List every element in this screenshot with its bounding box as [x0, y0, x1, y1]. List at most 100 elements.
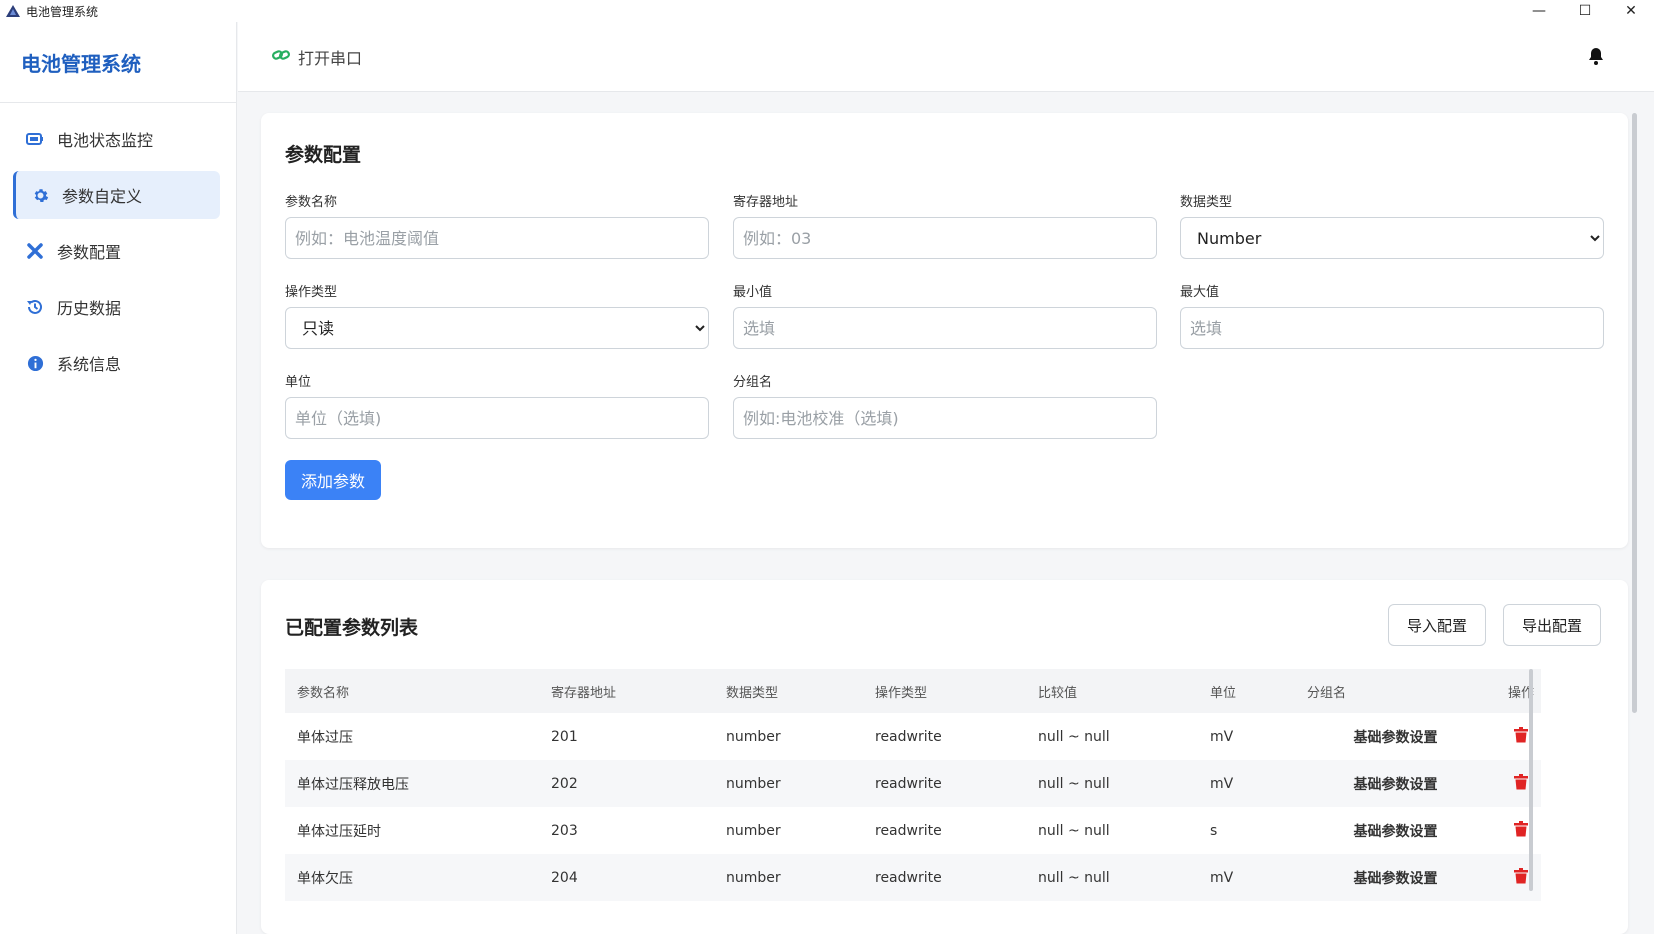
minimize-button[interactable]: —: [1516, 0, 1562, 22]
group-name-input[interactable]: [733, 397, 1157, 439]
cell-unit: mV: [1210, 775, 1234, 792]
min-value-input[interactable]: [733, 307, 1157, 349]
cell-address: 204: [551, 869, 578, 886]
cell-op-type: readwrite: [875, 728, 942, 745]
sidebar-item-label: 参数自定义: [62, 187, 143, 206]
table-header-row: 参数名称 寄存器地址 数据类型 操作类型 比较值 单位 分组名 操作: [285, 669, 1541, 713]
sidebar-item-battery-monitor[interactable]: 电池状态监控: [13, 115, 220, 163]
group-name-field: 分组名: [733, 371, 1157, 439]
import-config-button[interactable]: 导入配置: [1388, 604, 1486, 646]
cell-op-type: readwrite: [875, 869, 942, 886]
cell-data-type: number: [726, 869, 781, 886]
gear-icon: [30, 185, 50, 205]
param-config-card: 参数配置 参数名称 寄存器地址 数据类型 Number 操作类型 只读 最小值 …: [261, 113, 1628, 548]
window-title: 电池管理系统: [26, 4, 99, 19]
cell-group: 基础参数设置: [1353, 870, 1438, 887]
max-value-label: 最大值: [1180, 285, 1220, 300]
data-type-field: 数据类型 Number: [1180, 191, 1604, 259]
add-param-button[interactable]: 添加参数: [285, 460, 381, 500]
battery-icon: [25, 129, 45, 149]
cell-data-type: number: [726, 728, 781, 745]
register-address-field: 寄存器地址: [733, 191, 1157, 259]
op-type-select[interactable]: 只读: [285, 307, 709, 349]
info-icon: [25, 353, 45, 373]
cell-op-type: readwrite: [875, 775, 942, 792]
cell-op-type: readwrite: [875, 822, 942, 839]
delete-icon[interactable]: [1514, 820, 1528, 837]
sidebar-item-label: 参数配置: [57, 243, 122, 262]
param-config-title: 参数配置: [285, 144, 362, 166]
history-icon: [25, 297, 45, 317]
param-list-title: 已配置参数列表: [285, 617, 419, 639]
min-value-label: 最小值: [733, 285, 773, 300]
window-controls: — ☐ ✕: [1516, 0, 1654, 22]
param-name-label: 参数名称: [285, 195, 338, 210]
cell-param-name: 单体过压释放电压: [297, 776, 409, 793]
table-row: 单体过压延时 203 number readwrite null ~ null …: [285, 807, 1541, 854]
sidebar-item-param-custom[interactable]: 参数自定义: [13, 171, 220, 219]
column-header: 参数名称: [297, 685, 350, 701]
cell-group: 基础参数设置: [1353, 823, 1438, 840]
max-value-field: 最大值: [1180, 281, 1604, 349]
delete-icon[interactable]: [1514, 867, 1528, 884]
param-name-input[interactable]: [285, 217, 709, 259]
cell-actions: [1496, 854, 1541, 901]
param-table-wrapper: 参数名称 寄存器地址 数据类型 操作类型 比较值 单位 分组名 操作 单体过压 …: [285, 669, 1541, 934]
cell-group: 基础参数设置: [1353, 729, 1438, 746]
group-name-label: 分组名: [733, 375, 773, 390]
close-button[interactable]: ✕: [1608, 0, 1654, 22]
table-row: 单体欠压 204 number readwrite null ~ null mV…: [285, 854, 1541, 901]
sidebar-item-label: 电池状态监控: [57, 131, 154, 150]
table-row: 单体过压 201 number readwrite null ~ null mV…: [285, 713, 1541, 760]
bell-icon[interactable]: [1586, 46, 1606, 66]
open-serial-label: 打开串口: [298, 48, 363, 68]
register-address-input[interactable]: [733, 217, 1157, 259]
app-logo-icon: [6, 5, 20, 17]
cell-data-type: number: [726, 775, 781, 792]
open-serial-button[interactable]: 打开串口: [272, 45, 362, 69]
op-type-label: 操作类型: [285, 285, 338, 300]
max-value-input[interactable]: [1180, 307, 1604, 349]
cell-actions: [1496, 807, 1541, 854]
cell-actions: [1496, 713, 1541, 760]
unit-label: 单位: [285, 375, 312, 390]
brand-title: 电池管理系统: [0, 22, 236, 103]
link-icon: [272, 47, 290, 66]
maximize-button[interactable]: ☐: [1562, 0, 1608, 22]
param-table: 参数名称 寄存器地址 数据类型 操作类型 比较值 单位 分组名 操作 单体过压 …: [285, 669, 1541, 901]
window-titlebar: 电池管理系统 — ☐ ✕: [0, 0, 1654, 22]
column-header: 比较值: [1038, 685, 1078, 701]
export-config-button[interactable]: 导出配置: [1503, 604, 1601, 646]
column-header: 寄存器地址: [551, 685, 617, 701]
sidebar-nav: 电池状态监控 参数自定义 参数配置 历史数据 系统信息: [0, 103, 236, 387]
cell-unit: mV: [1210, 869, 1234, 886]
table-scrollbar[interactable]: [1529, 669, 1533, 891]
sidebar-item-param-config[interactable]: 参数配置: [13, 227, 220, 275]
unit-input[interactable]: [285, 397, 709, 439]
sidebar-item-system-info[interactable]: 系统信息: [13, 339, 220, 387]
cell-data-type: number: [726, 822, 781, 839]
column-header: 数据类型: [726, 685, 779, 701]
cell-param-name: 单体欠压: [297, 870, 353, 887]
param-name-field: 参数名称: [285, 191, 709, 259]
cell-actions: [1496, 760, 1541, 807]
page-scrollbar[interactable]: [1632, 113, 1637, 713]
tools-icon: [25, 241, 45, 261]
cell-address: 203: [551, 822, 578, 839]
column-header: 操作类型: [875, 685, 928, 701]
cell-range: null ~ null: [1038, 775, 1110, 792]
delete-icon[interactable]: [1514, 773, 1528, 790]
cell-param-name: 单体过压: [297, 729, 353, 746]
cell-range: null ~ null: [1038, 869, 1110, 886]
cell-unit: s: [1210, 822, 1218, 839]
top-header: 打开串口: [238, 22, 1654, 92]
delete-icon[interactable]: [1514, 726, 1528, 743]
op-type-field: 操作类型 只读: [285, 281, 709, 349]
column-header: 单位: [1210, 685, 1237, 701]
sidebar-item-history[interactable]: 历史数据: [13, 283, 220, 331]
data-type-select[interactable]: Number: [1180, 217, 1604, 259]
table-row: 单体过压释放电压 202 number readwrite null ~ nul…: [285, 760, 1541, 807]
cell-address: 201: [551, 728, 578, 745]
column-header: 分组名: [1307, 685, 1347, 701]
cell-unit: mV: [1210, 728, 1234, 745]
